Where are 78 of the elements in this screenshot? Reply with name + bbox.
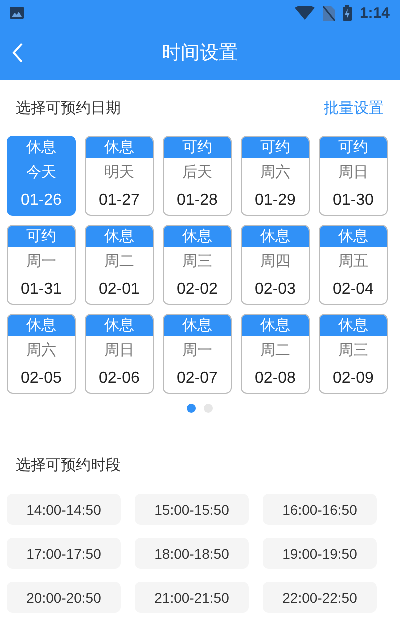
weekday-label: 周日 [104,341,134,360]
date-label: 01-31 [21,281,62,299]
date-label: 02-09 [333,370,374,388]
status-label: 休息 [242,315,309,336]
date-card[interactable]: 休息 周二 02-08 [241,314,310,394]
date-label: 02-05 [21,370,62,388]
weekday-label: 周三 [182,252,212,271]
no-sim-icon [322,6,335,20]
time-slot-button[interactable]: 14:00-14:50 [7,494,121,525]
status-time: 1:14 [360,4,390,22]
time-slot-button[interactable]: 18:00-18:50 [135,538,249,569]
date-card[interactable]: 休息 周三 02-09 [319,314,388,394]
status-label: 可约 [164,137,231,158]
status-label: 休息 [86,137,153,158]
time-slot-button[interactable]: 17:00-17:50 [7,538,121,569]
back-icon[interactable] [12,43,24,63]
weekday-label: 今天 [26,163,56,182]
status-label: 休息 [320,315,387,336]
image-icon [10,6,24,20]
status-label: 休息 [8,315,75,336]
status-label: 可约 [320,137,387,158]
date-label: 02-02 [177,281,218,299]
wifi-icon [294,6,315,20]
weekday-label: 周六 [260,163,290,182]
time-slot-button[interactable]: 22:00-22:50 [263,582,377,613]
battery-charging-icon [342,5,352,21]
date-card[interactable]: 休息 周五 02-04 [319,225,388,305]
date-card[interactable]: 休息 明天 01-27 [85,136,154,216]
date-label: 02-07 [177,370,218,388]
weekday-label: 周一 [26,252,56,271]
date-card[interactable]: 可约 周六 01-29 [241,136,310,216]
date-label: 01-27 [99,192,140,210]
status-label: 休息 [86,315,153,336]
date-label: 02-03 [255,281,296,299]
status-label: 休息 [86,226,153,247]
weekday-label: 周日 [338,163,368,182]
weekday-label: 周四 [260,252,290,271]
weekday-label: 明天 [104,163,134,182]
status-label: 可约 [8,226,75,247]
date-label: 02-04 [333,281,374,299]
date-label: 02-08 [255,370,296,388]
weekday-label: 周六 [26,341,56,360]
date-card[interactable]: 可约 周一 01-31 [7,225,76,305]
date-label: 01-29 [255,192,296,210]
status-label: 可约 [242,137,309,158]
section-title: 选择可预约日期 [16,98,121,118]
date-card[interactable]: 休息 周三 02-02 [163,225,232,305]
time-slot-button[interactable]: 16:00-16:50 [263,494,377,525]
weekday-label: 周五 [338,252,368,271]
weekday-label: 周三 [338,341,368,360]
weekday-label: 后天 [182,163,212,182]
status-label: 休息 [164,315,231,336]
date-label: 02-01 [99,281,140,299]
date-card[interactable]: 可约 周日 01-30 [319,136,388,216]
time-slot-button[interactable]: 15:00-15:50 [135,494,249,525]
weekday-label: 周一 [182,341,212,360]
date-card[interactable]: 休息 周四 02-03 [241,225,310,305]
date-label: 01-30 [333,192,374,210]
weekday-label: 周二 [260,341,290,360]
date-card[interactable]: 休息 周日 02-06 [85,314,154,394]
status-label: 休息 [242,226,309,247]
section-title: 选择可预约时段 [16,456,121,474]
date-label: 01-26 [21,192,62,210]
page-dot[interactable] [187,404,196,413]
date-card[interactable]: 休息 周一 02-07 [163,314,232,394]
date-label: 02-06 [99,370,140,388]
time-slot-button[interactable]: 20:00-20:50 [7,582,121,613]
date-label: 01-28 [177,192,218,210]
date-card[interactable]: 休息 周六 02-05 [7,314,76,394]
time-slot-button[interactable]: 19:00-19:50 [263,538,377,569]
date-card[interactable]: 休息 周二 02-01 [85,225,154,305]
status-label: 休息 [320,226,387,247]
date-card[interactable]: 可约 后天 01-28 [163,136,232,216]
page-title: 时间设置 [162,41,238,66]
status-label: 休息 [164,226,231,247]
time-slot-button[interactable]: 21:00-21:50 [135,582,249,613]
page-dot[interactable] [204,404,213,413]
weekday-label: 周二 [104,252,134,271]
